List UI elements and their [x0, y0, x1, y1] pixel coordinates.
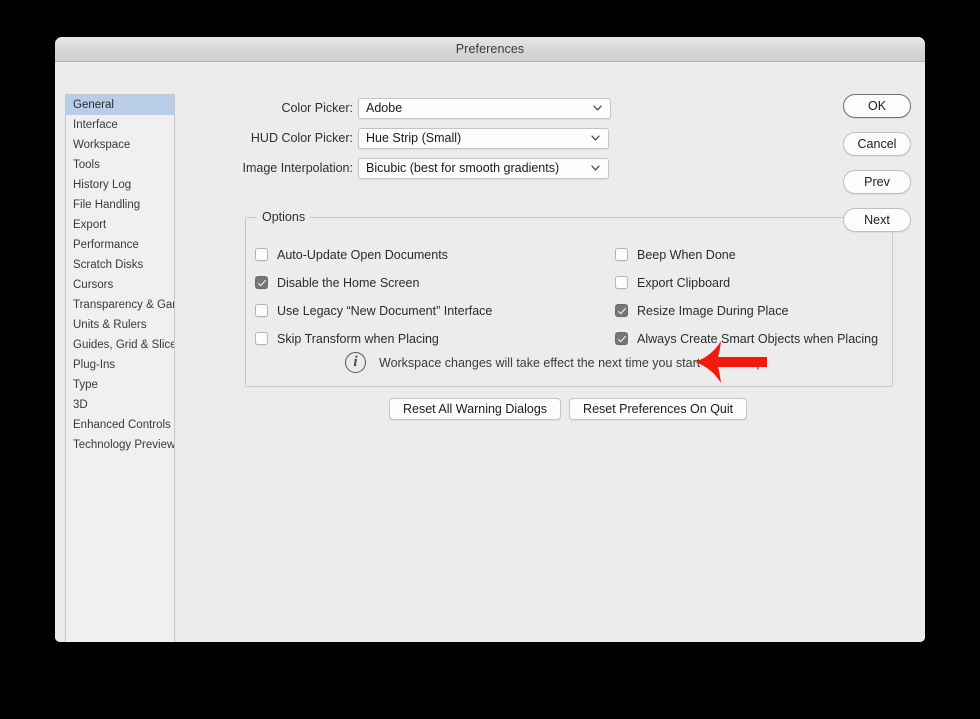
select-hud-color-picker[interactable]: Hue Strip (Small)	[358, 127, 609, 149]
checkbox-row-export-clipboard[interactable]: Export Clipboard	[615, 274, 730, 291]
sidebar-item-technology-previews[interactable]: Technology Previews	[66, 435, 174, 455]
sidebar-item-guides-grid-slices[interactable]: Guides, Grid & Slices	[66, 335, 174, 355]
reset-buttons-row: Reset All Warning Dialogs Reset Preferenc…	[389, 398, 748, 420]
checkbox-row-always-create-smart-objects-when-placing[interactable]: Always Create Smart Objects when Placing	[615, 330, 878, 347]
info-circle-icon: i	[345, 352, 366, 373]
select-color-picker[interactable]: Adobe	[358, 97, 611, 119]
ok-button[interactable]: OK	[843, 94, 911, 118]
sidebar-item-tools[interactable]: Tools	[66, 155, 174, 175]
next-button[interactable]: Next	[843, 208, 911, 232]
sidebar-item-label: Workspace	[73, 139, 131, 151]
prev-button[interactable]: Prev	[843, 170, 911, 194]
field-row-hud-color-picker: HUD Color Picker: Hue Strip (Small)	[180, 127, 609, 149]
preferences-dialog: Preferences General Interface Workspace Too…	[55, 37, 925, 642]
select-value: Hue Strip (Small)	[366, 131, 462, 145]
checkbox-checked-icon[interactable]	[615, 332, 628, 345]
checkbox-row-disable-the-home-screen[interactable]: Disable the Home Screen	[255, 274, 419, 291]
sidebar-item-label: Technology Previews	[73, 439, 175, 451]
sidebar-item-label: File Handling	[73, 199, 141, 211]
checkbox-unchecked-icon[interactable]	[615, 276, 628, 289]
sidebar-item-label: Enhanced Controls	[73, 419, 171, 431]
workspace-info-note: i Workspace changes will take effect the…	[345, 352, 767, 373]
sidebar-item-label: 3D	[73, 399, 88, 411]
sidebar-item-label: Transparency & Gamut	[73, 299, 174, 311]
checkbox-row-skip-transform-when-placing[interactable]: Skip Transform when Placing	[255, 330, 439, 347]
sidebar-item-general[interactable]: General	[66, 95, 174, 115]
dialog-title: Preferences	[455, 42, 525, 56]
options-group-title: Options	[257, 210, 311, 224]
chevron-down-icon	[591, 164, 600, 173]
select-value: Adobe	[366, 101, 403, 115]
checkbox-checked-icon[interactable]	[255, 276, 268, 289]
checkbox-row-use-legacy-new-document-interface[interactable]: Use Legacy “New Document” Interface	[255, 302, 492, 319]
dialog-action-buttons: OK Cancel Prev Next	[843, 94, 913, 232]
sidebar-item-enhanced-controls[interactable]: Enhanced Controls	[66, 415, 174, 435]
checkbox-label: Skip Transform when Placing	[277, 331, 439, 346]
checkbox-unchecked-icon[interactable]	[255, 304, 268, 317]
cancel-button[interactable]: Cancel	[843, 132, 911, 156]
sidebar-item-file-handling[interactable]: File Handling	[66, 195, 174, 215]
checkbox-label: Beep When Done	[637, 247, 736, 262]
field-row-color-picker: Color Picker: Adobe	[180, 97, 611, 119]
sidebar-item-label: Performance	[73, 239, 139, 251]
sidebar-item-cursors[interactable]: Cursors	[66, 275, 174, 295]
dialog-body: General Interface Workspace Tools History Lo…	[55, 62, 925, 642]
sidebar-item-export[interactable]: Export	[66, 215, 174, 235]
checkbox-row-resize-image-during-place[interactable]: Resize Image During Place	[615, 302, 788, 319]
sidebar-item-label: Export	[73, 219, 107, 231]
sidebar-item-performance[interactable]: Performance	[66, 235, 174, 255]
checkbox-row-auto-update-open-documents[interactable]: Auto-Update Open Documents	[255, 246, 448, 263]
checkbox-label: Disable the Home Screen	[277, 275, 420, 290]
checkbox-label: Export Clipboard	[637, 275, 731, 290]
button-reset-all-warning-dialogs[interactable]: Reset All Warning Dialogs	[389, 398, 562, 420]
checkbox-label: Auto-Update Open Documents	[277, 247, 448, 262]
sidebar-item-history-log[interactable]: History Log	[66, 175, 174, 195]
sidebar-item-plug-ins[interactable]: Plug-Ins	[66, 355, 174, 375]
sidebar-item-label: Tools	[73, 159, 100, 171]
sidebar-item-label: Units & Rulers	[73, 319, 147, 331]
sidebar-item-label: Cursors	[73, 279, 114, 291]
select-value: Bicubic (best for smooth gradients)	[366, 161, 560, 175]
sidebar-item-3d[interactable]: 3D	[66, 395, 174, 415]
checkbox-unchecked-icon[interactable]	[255, 248, 268, 261]
checkbox-row-beep-when-done[interactable]: Beep When Done	[615, 246, 736, 263]
sidebar-item-scratch-disks[interactable]: Scratch Disks	[66, 255, 174, 275]
checkbox-label: Resize Image During Place	[637, 303, 789, 318]
label-hud-color-picker: HUD Color Picker:	[250, 131, 353, 145]
chevron-down-icon	[593, 104, 602, 113]
chevron-down-icon	[591, 134, 600, 143]
sidebar-item-units-rulers[interactable]: Units & Rulers	[66, 315, 174, 335]
sidebar-item-label: General	[73, 99, 114, 111]
field-row-image-interpolation: Image Interpolation: Bicubic (best for sm…	[180, 157, 609, 179]
checkbox-label: Use Legacy “New Document” Interface	[277, 303, 493, 318]
screen-root: Preferences General Interface Workspace Too…	[0, 0, 980, 719]
sidebar-item-label: Scratch Disks	[73, 259, 144, 271]
sidebar-item-transparency-gamut[interactable]: Transparency & Gamut	[66, 295, 174, 315]
preferences-main-panel: Color Picker: Adobe HUD Color Picker: Hue S…	[180, 87, 893, 642]
sidebar-item-interface[interactable]: Interface	[66, 115, 174, 135]
label-image-interpolation: Image Interpolation:	[242, 161, 354, 175]
checkbox-unchecked-icon[interactable]	[255, 332, 268, 345]
sidebar-item-label: Interface	[73, 119, 118, 131]
preferences-category-list[interactable]: General Interface Workspace Tools History Lo…	[65, 94, 175, 642]
checkbox-label: Always Create Smart Objects when Placing	[637, 331, 879, 346]
workspace-info-text: Workspace changes will take effect the n…	[379, 355, 767, 370]
sidebar-item-label: Guides, Grid & Slices	[73, 339, 175, 351]
select-image-interpolation[interactable]: Bicubic (best for smooth gradients)	[358, 157, 609, 179]
sidebar-item-type[interactable]: Type	[66, 375, 174, 395]
checkbox-checked-icon[interactable]	[615, 304, 628, 317]
button-reset-preferences-on-quit[interactable]: Reset Preferences On Quit	[569, 398, 748, 420]
checkbox-unchecked-icon[interactable]	[615, 248, 628, 261]
sidebar-item-label: History Log	[73, 179, 132, 191]
sidebar-item-label: Type	[73, 379, 98, 391]
sidebar-item-label: Plug-Ins	[73, 359, 116, 371]
dialog-titlebar[interactable]: Preferences	[55, 37, 925, 62]
label-color-picker: Color Picker:	[281, 101, 353, 115]
sidebar-item-workspace[interactable]: Workspace	[66, 135, 174, 155]
